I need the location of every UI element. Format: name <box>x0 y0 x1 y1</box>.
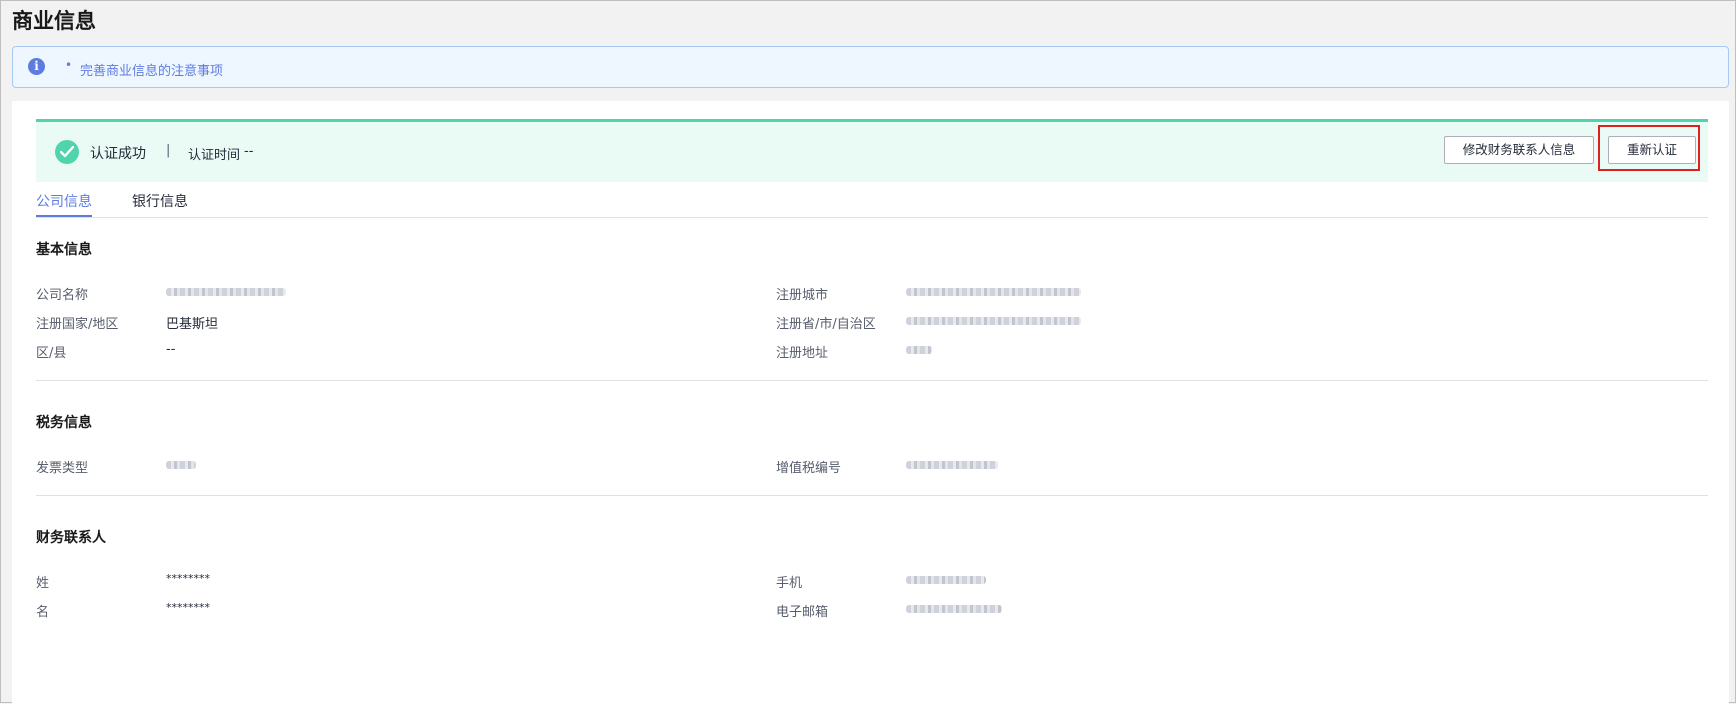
city-label: 注册城市 <box>776 288 829 303</box>
certification-time-label: 认证时间 <box>188 148 241 163</box>
notice-bullet: • <box>65 58 73 72</box>
certification-status: 认证成功 <box>90 146 146 162</box>
basic-info-title: 基本信息 <box>36 242 92 258</box>
address-value <box>906 346 932 354</box>
address-label: 注册地址 <box>776 346 829 361</box>
email-value <box>906 605 1002 613</box>
phone-value <box>906 576 986 584</box>
info-icon: i <box>28 58 45 75</box>
section-divider <box>36 380 1708 381</box>
last-name-value: ******** <box>166 572 210 585</box>
tax-info-title: 税务信息 <box>36 415 92 431</box>
vat-number-label: 增值税编号 <box>776 461 842 476</box>
last-name-label: 姓 <box>36 576 50 591</box>
tab-company-info[interactable]: 公司信息 <box>36 191 92 211</box>
active-tab-indicator <box>36 215 92 217</box>
modify-finance-contact-button[interactable]: 修改财务联系人信息 <box>1444 136 1594 164</box>
company-name-value <box>166 288 286 296</box>
section-divider <box>36 495 1708 496</box>
notice-link[interactable]: 完善商业信息的注意事项 <box>80 60 223 79</box>
tab-bank-info[interactable]: 银行信息 <box>132 191 188 211</box>
tab-bar: 公司信息 银行信息 <box>36 181 1708 218</box>
page-title: 商业信息 <box>12 9 96 33</box>
country-label: 注册国家/地区 <box>36 317 119 332</box>
vat-number-value <box>906 461 998 469</box>
reauthenticate-button[interactable]: 重新认证 <box>1608 136 1696 164</box>
separator: | <box>166 143 171 158</box>
province-label: 注册省/市/自治区 <box>776 317 876 332</box>
first-name-label: 名 <box>36 605 50 620</box>
country-value: 巴基斯坦 <box>166 317 219 332</box>
city-value <box>906 288 1081 296</box>
company-name-label: 公司名称 <box>36 288 89 303</box>
district-value: -- <box>166 342 176 357</box>
check-circle-icon <box>55 140 79 164</box>
content-card: 认证成功 | 认证时间 -- 修改财务联系人信息 重新认证 公司信息 银行信息 … <box>12 101 1729 704</box>
window-frame: 商业信息 i • 完善商业信息的注意事项 认证成功 | 认证时间 -- 修改财务… <box>0 0 1736 704</box>
invoice-type-label: 发票类型 <box>36 461 89 476</box>
notice-bar: i • 完善商业信息的注意事项 <box>12 46 1729 88</box>
phone-label: 手机 <box>776 576 803 591</box>
finance-contact-title: 财务联系人 <box>36 530 106 546</box>
first-name-value: ******** <box>166 601 210 614</box>
email-label: 电子邮箱 <box>776 605 829 620</box>
certification-time-value: -- <box>244 144 254 159</box>
province-value <box>906 317 1081 325</box>
certification-banner: 认证成功 | 认证时间 -- 修改财务联系人信息 重新认证 <box>36 119 1708 182</box>
invoice-type-value <box>166 461 196 469</box>
district-label: 区/县 <box>36 346 67 361</box>
